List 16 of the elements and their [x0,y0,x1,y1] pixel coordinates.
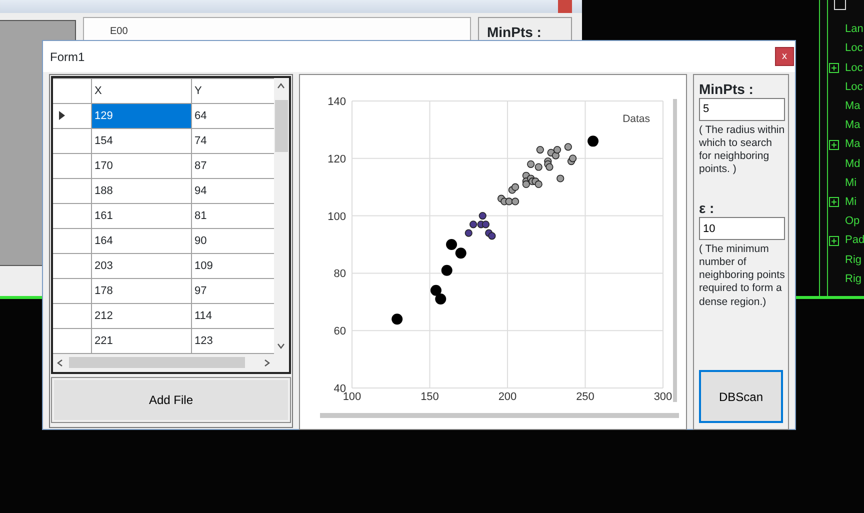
x-tick-label: 250 [576,391,594,403]
x-tick-label: 200 [498,391,517,403]
y-tick-label: 60 [334,326,346,338]
minpts-label: MinPts : [699,81,754,98]
y-tick-label: 120 [328,153,346,166]
y-tick-label: 140 [328,96,346,108]
y-tick-label: 100 [328,210,346,223]
y-tick-label: 80 [334,268,346,280]
epsilon-note: ( The minimum number of neighboring points required to form a dense region.) [699,243,785,309]
epsilon-label: ε : [699,200,716,218]
legend-label: Datas [622,113,650,125]
x-tick-label: 100 [342,391,362,403]
x-tick-label: 300 [654,391,672,403]
x-tick-label: 150 [420,391,439,403]
window-title: Form1 [50,48,85,66]
minpts-note: ( The radius within which to search for neighboring points. ) [699,124,785,176]
